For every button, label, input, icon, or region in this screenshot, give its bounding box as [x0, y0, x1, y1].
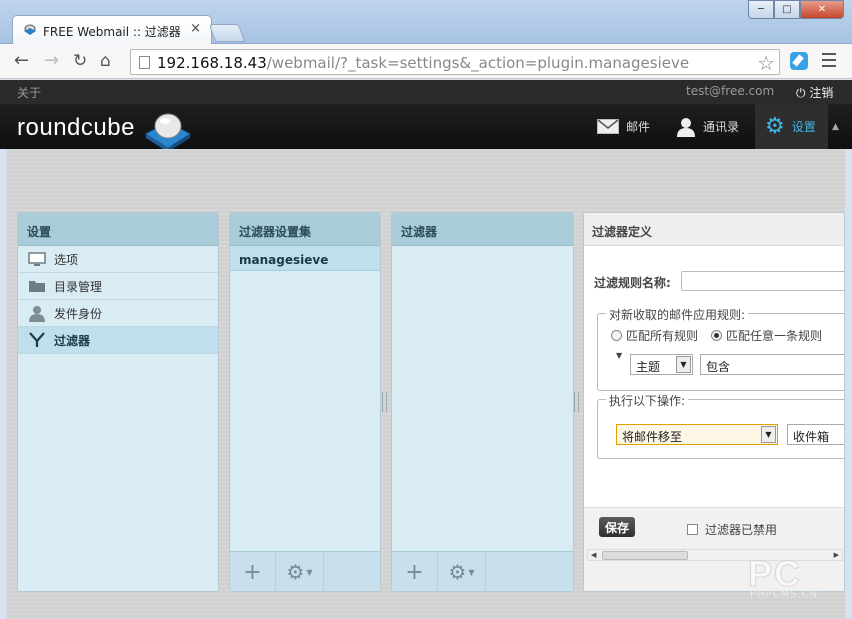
save-button[interactable]: 保存 [599, 517, 636, 537]
filterset-actions-gear-icon[interactable]: ⚙ ▼ [276, 552, 324, 591]
home-icon[interactable]: ⌂ [100, 52, 111, 70]
page-icon [139, 56, 150, 69]
app-header: roundcube 邮件 通讯录 ⚙ 设置 ▲ [0, 104, 852, 152]
bookmark-star-icon[interactable]: ☆ [757, 51, 775, 75]
filtersets-list: managesieve + ⚙ ▼ [230, 246, 380, 591]
back-arrow-icon[interactable]: ← [14, 52, 29, 70]
extension-icon[interactable] [790, 52, 808, 70]
url-text: 192.168.18.43/webmail/?_task=settings&_a… [157, 54, 690, 72]
power-icon: ⏻ [796, 86, 806, 100]
filterset-item[interactable]: managesieve [230, 246, 380, 271]
browser-menu-icon[interactable] [822, 53, 836, 67]
rule-operator-select[interactable]: 包含 [700, 354, 844, 375]
dropdown-arrow-icon: ▼ [676, 356, 691, 373]
actions-fieldset: 执行以下操作: 将邮件移至 ▼ 收件箱 [597, 392, 844, 459]
filtersets-panel: 过滤器设置集 managesieve + ⚙ ▼ [229, 212, 381, 592]
reload-icon[interactable]: ↻ [73, 52, 87, 70]
task-contacts[interactable]: 通讯录 [676, 104, 748, 149]
monitor-icon [27, 251, 47, 267]
filter-definition-title: 过滤器定义 [584, 213, 844, 246]
task-mail[interactable]: 邮件 [597, 104, 661, 149]
filters-list: + ⚙ ▼ [392, 246, 573, 591]
roundcube-logo-icon [145, 113, 191, 152]
action-select[interactable]: 将邮件移至 ▼ [616, 424, 778, 445]
close-window-button[interactable]: ✕ [800, 0, 844, 19]
filter-actions-gear-icon[interactable]: ⚙ ▼ [438, 552, 486, 591]
filter-definition-panel: 过滤器定义 过滤规则名称: 对新收取的邮件应用规则: 匹配所有规则 匹配任意一条… [583, 212, 845, 592]
tab-close-icon[interactable]: × [190, 21, 201, 36]
dropdown-arrow-icon: ▼ [761, 426, 776, 443]
filtersets-footer: + ⚙ ▼ [230, 551, 380, 591]
task-settings[interactable]: ⚙ 设置 [755, 104, 828, 149]
about-link[interactable]: 关于 [17, 84, 41, 101]
rules-fieldset: 对新收取的邮件应用规则: 匹配所有规则 匹配任意一条规则 ▼ 主题 ▼ 包含 [597, 306, 844, 391]
minimize-button[interactable]: ─ [748, 0, 774, 19]
forward-arrow-icon[interactable]: → [44, 52, 59, 70]
settings-item-identities[interactable]: 发件身份 [18, 300, 218, 327]
settings-panel-title: 设置 [18, 213, 218, 246]
contacts-icon [677, 117, 695, 137]
add-filter-button[interactable]: + [392, 552, 438, 591]
logout-link[interactable]: ⏻ 注销 [796, 84, 833, 101]
filter-disabled-checkbox[interactable]: 过滤器已禁用 [687, 521, 777, 538]
settings-item-folders[interactable]: 目录管理 [18, 273, 218, 300]
filter-name-input[interactable] [681, 271, 844, 291]
target-folder-select[interactable]: 收件箱 [787, 424, 844, 445]
radio-selected-icon [711, 330, 722, 341]
settings-item-preferences[interactable]: 选项 [18, 246, 218, 273]
gear-icon: ⚙ [765, 113, 785, 139]
settings-panel: 设置 选项 目录管理 发件身份 过滤器 [17, 212, 219, 592]
rule-expand-icon[interactable]: ▼ [616, 351, 622, 360]
address-bar[interactable]: 192.168.18.43/webmail/?_task=settings&_a… [130, 49, 780, 75]
filter-icon [27, 332, 47, 348]
new-tab-button[interactable] [208, 24, 246, 42]
filtersets-panel-title: 过滤器设置集 [230, 213, 380, 246]
browser-tab[interactable]: FREE Webmail :: 过滤器 × [12, 15, 212, 45]
radio-icon [611, 330, 622, 341]
window-controls: ─ □ ✕ [748, 0, 844, 19]
scroll-up-arrow-icon[interactable]: ▲ [832, 122, 839, 132]
envelope-icon [597, 119, 619, 134]
filters-panel: 过滤器 + ⚙ ▼ [391, 212, 574, 592]
logo: roundcube [17, 114, 135, 141]
rules-legend: 对新收取的邮件应用规则: [606, 306, 749, 323]
filters-footer: + ⚙ ▼ [392, 551, 573, 591]
settings-item-filters[interactable]: 过滤器 [18, 327, 218, 354]
checkbox-icon [687, 524, 698, 535]
browser-toolbar: ← → ↻ ⌂ 192.168.18.43/webmail/?_task=set… [0, 44, 852, 79]
top-line: 关于 test@free.com ⏻ 注销 [0, 80, 852, 104]
filters-panel-title: 过滤器 [392, 213, 573, 246]
maximize-button[interactable]: □ [774, 0, 800, 19]
panel-splitter[interactable] [382, 392, 387, 412]
settings-list: 选项 目录管理 发件身份 过滤器 [18, 246, 218, 591]
rule-header-select[interactable]: 主题 ▼ [630, 354, 693, 375]
browser-titlebar: FREE Webmail :: 过滤器 × ─ □ ✕ [0, 0, 852, 45]
watermark-logo: PC PHPCMS.CN [747, 553, 819, 601]
roundcube-favicon-icon [24, 24, 36, 35]
match-all-radio[interactable]: 匹配所有规则 [611, 327, 698, 344]
panel-splitter[interactable] [574, 392, 579, 412]
scrollbar-thumb[interactable] [602, 551, 688, 560]
add-filterset-button[interactable]: + [230, 552, 276, 591]
filter-name-label: 过滤规则名称: [594, 276, 671, 290]
actions-legend: 执行以下操作: [606, 392, 689, 409]
scroll-left-icon[interactable]: ◀ [591, 551, 596, 559]
username: test@free.com [686, 84, 775, 98]
match-any-radio[interactable]: 匹配任意一条规则 [711, 327, 822, 344]
folder-icon [27, 279, 47, 293]
person-icon [27, 305, 47, 322]
tab-title: FREE Webmail :: 过滤器 [43, 25, 181, 39]
